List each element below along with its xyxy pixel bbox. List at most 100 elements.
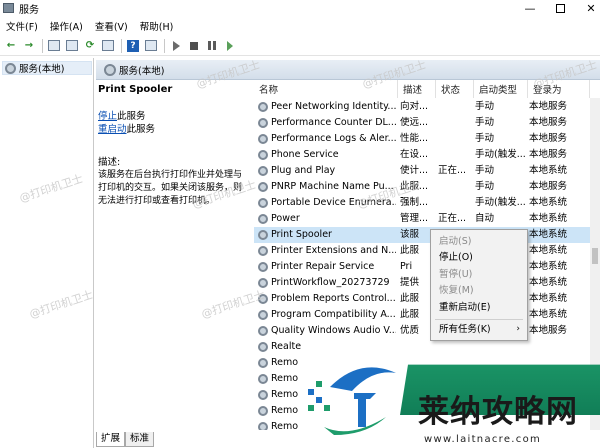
service-startup-cell: 手动 bbox=[475, 181, 495, 192]
brand-name: 莱纳攻略网 bbox=[418, 394, 578, 430]
table-row[interactable]: Printer Repair Service Pri 本地系统 bbox=[254, 259, 594, 275]
service-name: Problem Reports Control... bbox=[271, 293, 396, 304]
help-button[interactable]: ? bbox=[126, 39, 140, 53]
back-button[interactable]: ← bbox=[4, 39, 18, 53]
restart-service-button[interactable] bbox=[223, 39, 237, 53]
context-all-tasks[interactable]: 所有任务(K) bbox=[439, 322, 491, 337]
service-name: Phone Service bbox=[271, 149, 339, 160]
context-restart[interactable]: 重新启动(E) bbox=[439, 300, 490, 315]
maximize-icon bbox=[555, 3, 565, 13]
window-title: 服务 bbox=[19, 4, 39, 16]
table-row[interactable]: Program Compatibility A... 此服 本地系统 bbox=[254, 307, 594, 323]
play-icon bbox=[172, 40, 180, 51]
export-list-button[interactable] bbox=[101, 39, 115, 53]
service-name-cell: Plug and Play bbox=[258, 163, 396, 179]
table-row[interactable]: Print Spooler 该服 本地系统 bbox=[254, 227, 594, 243]
service-description-cell: 此服 bbox=[400, 293, 420, 304]
service-name-cell: Peer Networking Identity... bbox=[258, 99, 396, 115]
table-row[interactable]: Printer Extensions and N... 此服 本地系统 bbox=[254, 243, 594, 259]
gear-icon bbox=[258, 342, 268, 352]
table-row[interactable]: Phone Service 在设... 手动(触发... 本地服务 bbox=[254, 147, 594, 163]
service-status-cell bbox=[438, 115, 472, 131]
service-name-cell: Printer Repair Service bbox=[258, 259, 396, 275]
tree-item-label: 服务(本地) bbox=[19, 64, 65, 75]
column-header-description[interactable]: 描述 bbox=[398, 80, 436, 98]
tab-standard[interactable]: 标准 bbox=[125, 432, 155, 447]
forward-button[interactable]: → bbox=[22, 39, 36, 53]
table-row[interactable]: Portable Device Enumera... 强制... 手动(触发... 本… bbox=[254, 195, 594, 211]
scrollbar-thumb[interactable] bbox=[592, 248, 598, 264]
close-button[interactable]: ✕ bbox=[569, 0, 600, 16]
service-description-cell: 在设... bbox=[400, 149, 429, 160]
service-status-cell bbox=[438, 99, 472, 115]
service-logon-cell: 本地服务 bbox=[529, 133, 568, 144]
context-resume[interactable]: 恢复(M) bbox=[439, 283, 474, 298]
refresh-icon: ⟳ bbox=[85, 40, 95, 51]
show-tree-button[interactable] bbox=[47, 39, 61, 53]
brand-url: www.laitnacre.com bbox=[424, 434, 542, 445]
column-header-startup-type[interactable]: 启动类型 bbox=[474, 80, 528, 98]
menu-bar: 文件(F) 操作(A) 查看(V) 帮助(H) bbox=[0, 18, 179, 34]
brand-logo-icon bbox=[308, 367, 400, 443]
service-description-cell: 使远... bbox=[400, 117, 429, 128]
service-logon-cell: 本地系统 bbox=[529, 277, 568, 288]
menu-view[interactable]: 查看(V) bbox=[89, 19, 134, 33]
back-arrow-icon: ← bbox=[6, 40, 16, 51]
table-row[interactable]: Plug and Play 使计... 正在... 手动 本地系统 bbox=[254, 163, 594, 179]
service-description-cell: 该服 bbox=[400, 229, 420, 240]
properties-button[interactable] bbox=[65, 39, 79, 53]
service-description-cell: 强制... bbox=[400, 197, 429, 208]
service-description-cell: 性能... bbox=[400, 133, 429, 144]
stop-service-link[interactable]: 停止 bbox=[98, 111, 117, 122]
gear-icon bbox=[104, 63, 116, 76]
pane-header-title: 服务(本地) bbox=[119, 65, 165, 77]
service-name-cell: Phone Service bbox=[258, 147, 396, 163]
service-title: Print Spooler bbox=[98, 84, 173, 95]
table-row[interactable]: Quality Windows Audio V... 优质 本地服务 bbox=[254, 323, 594, 339]
view-button[interactable] bbox=[144, 39, 158, 53]
menu-action[interactable]: 操作(A) bbox=[44, 19, 89, 33]
table-row[interactable]: PrintWorkflow_20273729 提供 本地系统 bbox=[254, 275, 594, 291]
service-name: Power bbox=[271, 213, 300, 224]
service-name-cell: Program Compatibility A... bbox=[258, 307, 396, 323]
stop-service-button[interactable] bbox=[187, 39, 201, 53]
service-name: Remo bbox=[271, 421, 299, 430]
menu-file[interactable]: 文件(F) bbox=[0, 19, 44, 33]
service-status-cell: 正在... bbox=[438, 165, 467, 176]
context-start[interactable]: 启动(S) bbox=[439, 234, 471, 249]
context-pause[interactable]: 暂停(U) bbox=[439, 267, 472, 282]
table-row[interactable]: Problem Reports Control... 此服 本地系统 bbox=[254, 291, 594, 307]
service-name: Program Compatibility A... bbox=[271, 309, 396, 320]
table-row[interactable]: Performance Counter DL... 使远... 手动 本地服务 bbox=[254, 115, 594, 131]
service-name: Remo bbox=[271, 357, 299, 368]
restart-service-link[interactable]: 重启动 bbox=[98, 124, 127, 135]
help-icon: ? bbox=[127, 39, 139, 52]
service-logon-cell: 本地服务 bbox=[529, 181, 568, 192]
table-row[interactable]: PNRP Machine Name Pu... 此服... 手动 本地服务 bbox=[254, 179, 594, 195]
gear-icon bbox=[258, 422, 268, 430]
service-description-cell: 向对... bbox=[400, 101, 429, 112]
menu-help[interactable]: 帮助(H) bbox=[134, 19, 180, 33]
gear-icon bbox=[258, 166, 268, 176]
service-description-cell: 此服 bbox=[400, 309, 420, 320]
service-logon-cell: 本地系统 bbox=[529, 309, 568, 320]
service-status-cell bbox=[438, 195, 472, 211]
pause-service-button[interactable] bbox=[205, 39, 219, 53]
service-details-pane: Print Spooler 停止此服务 重启动此服务 描述: 该服务在后台执行打… bbox=[98, 84, 250, 430]
tab-extended[interactable]: 扩展 bbox=[96, 432, 126, 447]
context-menu: 启动(S) 停止(O) 暂停(U) 恢复(M) 重新启动(E) 所有任务(K) … bbox=[430, 229, 528, 341]
table-row[interactable]: Peer Networking Identity... 向对... 手动 本地服务 bbox=[254, 99, 594, 115]
service-name-cell: Print Spooler bbox=[258, 227, 396, 243]
service-logon-cell: 本地服务 bbox=[529, 101, 568, 112]
tree-item-services-local[interactable]: 服务(本地) bbox=[2, 61, 92, 75]
service-name-cell: Performance Counter DL... bbox=[258, 115, 396, 131]
table-row[interactable]: Power 管理... 正在... 自动 本地系统 bbox=[254, 211, 594, 227]
service-name-cell: Problem Reports Control... bbox=[258, 291, 396, 307]
table-row[interactable]: Performance Logs & Aler... 性能... 手动 本地服务 bbox=[254, 131, 594, 147]
export-list-icon bbox=[102, 40, 114, 51]
start-service-button[interactable] bbox=[169, 39, 183, 53]
gear-icon bbox=[258, 390, 268, 400]
refresh-button[interactable]: ⟳ bbox=[83, 39, 97, 53]
column-header-status[interactable]: 状态 bbox=[436, 80, 474, 98]
context-stop[interactable]: 停止(O) bbox=[439, 250, 473, 265]
